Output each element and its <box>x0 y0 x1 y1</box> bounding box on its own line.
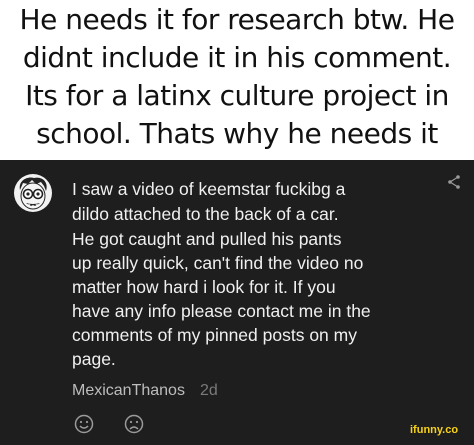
smile-icon[interactable] <box>74 414 94 434</box>
avatar[interactable] <box>14 174 52 212</box>
comment-text-line: dildo attached to the back of a car. <box>72 204 339 224</box>
share-icon[interactable] <box>446 174 462 190</box>
caption-line: He needs it for research btw. He <box>19 3 455 36</box>
comment-text-line: matter how hard i look for it. If you <box>72 277 336 297</box>
comment-text-line: comments of my pinned posts on my <box>72 325 357 345</box>
comment-text-line: up really quick, can't find the video no <box>72 253 364 273</box>
caption-line: didnt include it in his comment. <box>22 41 452 74</box>
comment-text-line: page. <box>72 349 116 369</box>
watermark: ifunny.co <box>410 424 459 436</box>
comment-panel: I saw a video of keemstar fuckibg a dild… <box>0 160 474 445</box>
caption-block: He needs it for research btw. He didnt i… <box>0 0 474 160</box>
comment-text-line: I saw a video of keemstar fuckibg a <box>72 179 346 199</box>
cartoon-face-avatar-icon <box>19 177 47 210</box>
caption-line: school. Thats why he needs it <box>36 117 438 150</box>
frown-icon[interactable] <box>124 414 144 434</box>
caption-line: Its for a latinx culture project in <box>25 79 449 112</box>
comment-text-line: have any info please contact me in the <box>72 301 371 321</box>
comment-age: 2d <box>200 382 218 399</box>
comment-text-line: He got caught and pulled his pants <box>72 229 342 249</box>
comment-author[interactable]: MexicanThanos <box>72 382 185 400</box>
